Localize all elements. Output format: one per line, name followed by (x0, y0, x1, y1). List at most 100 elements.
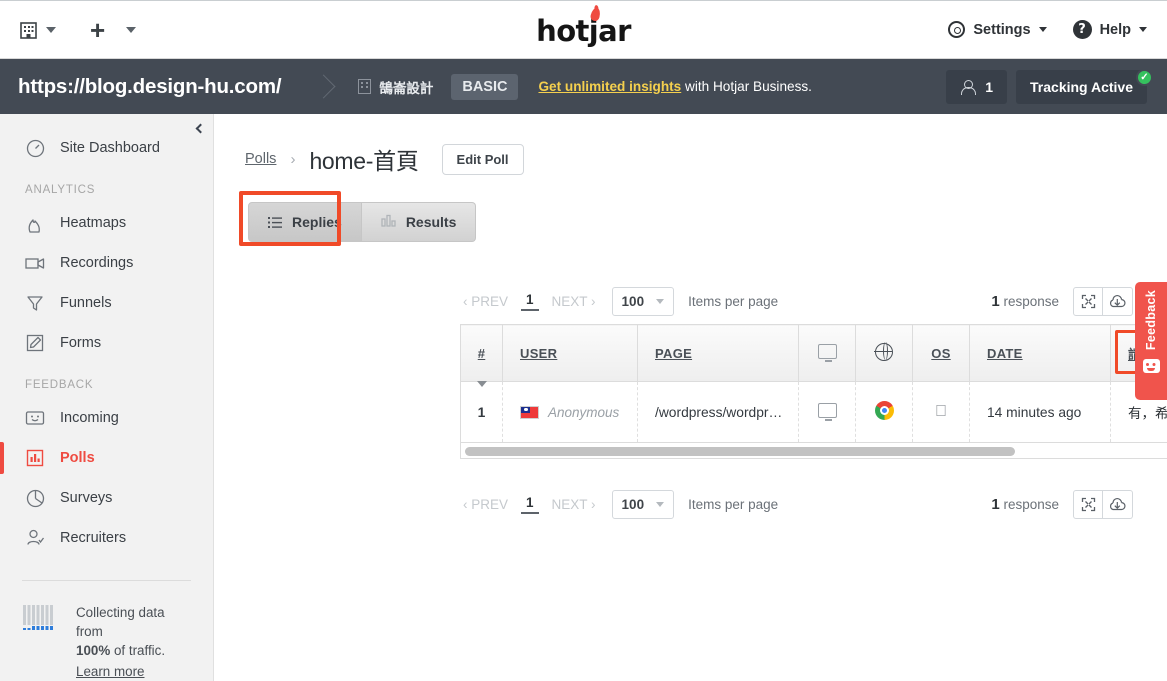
feedback-tab[interactable]: Feedback (1135, 282, 1167, 400)
org-switcher-button[interactable] (14, 17, 62, 43)
table-horizontal-scrollbar[interactable] (460, 443, 1167, 459)
sidebar-item-label: Incoming (60, 410, 119, 426)
monitor-icon (817, 403, 837, 421)
plus-icon: + (90, 14, 106, 45)
collecting-percent: 100% (76, 643, 111, 658)
settings-label: Settings (973, 21, 1031, 38)
expand-button[interactable] (1073, 286, 1103, 316)
breadcrumb-parent-link[interactable]: Polls (245, 151, 276, 167)
col-date[interactable]: DATE (969, 324, 1111, 382)
smiley-icon (1142, 359, 1160, 374)
sidebar-collecting-data: Collecting data from 100% of traffic. Le… (0, 581, 213, 681)
items-per-page-label: Items per page (688, 293, 779, 309)
flame-icon (589, 6, 602, 22)
scrollbar-thumb[interactable] (465, 447, 1015, 456)
expand-icon (1081, 497, 1095, 511)
col-page[interactable]: PAGE (637, 324, 799, 382)
pagination-top: ‹ PREV 1 NEXT › 100 Items per page 1 res… (215, 278, 1167, 324)
building-icon (20, 21, 37, 39)
pagination-bottom-right: 1 response (991, 489, 1167, 519)
site-url[interactable]: https://blog.design-hu.com/ (0, 75, 282, 99)
current-page[interactable]: 1 (521, 292, 539, 311)
apple-icon:  (935, 403, 947, 420)
download-icon (1110, 294, 1126, 308)
sidebar-item-label: Polls (60, 450, 95, 466)
tab-replies[interactable]: Replies (248, 202, 362, 242)
items-per-page-value: 100 (621, 293, 645, 309)
sidebar-item-heatmaps[interactable]: Heatmaps (0, 203, 213, 243)
download-button[interactable] (1103, 489, 1133, 519)
sidebar-item-site-dashboard[interactable]: Site Dashboard (0, 128, 213, 168)
tab-label: Results (405, 214, 457, 230)
sidebar-item-funnels[interactable]: Funnels (0, 283, 213, 323)
cell-page: /wordpress/wordpr… (637, 381, 799, 443)
active-users-button[interactable]: 1 (946, 69, 1008, 104)
items-per-page-select[interactable]: 100 (611, 489, 675, 519)
chevron-right-icon: › (290, 150, 296, 168)
chrome-icon (874, 401, 894, 420)
user-name: Anonymous (548, 404, 620, 420)
flame-icon (25, 213, 45, 233)
table-row[interactable]: 1 Anonymous /wordpress/wordpr… 14 minute… (460, 381, 1167, 443)
table-header-row: # USER PAGE OS DATE (460, 324, 1167, 387)
tab-label: Replies (292, 214, 342, 230)
caret-down-icon (656, 298, 665, 304)
sort-desc-icon (476, 381, 487, 387)
caret-down-icon (126, 26, 137, 33)
promo-rest: with Hotjar Business. (681, 79, 812, 94)
sidebar-item-label: Surveys (60, 490, 113, 506)
next-page-button[interactable]: NEXT › (552, 497, 596, 512)
cell-user: Anonymous (502, 381, 638, 443)
help-menu[interactable]: ? Help (1072, 20, 1147, 39)
question-mark-icon: ? (1072, 20, 1092, 39)
organization-name[interactable]: 鵠崙設計 (358, 77, 433, 97)
page-title: home-首頁 (309, 148, 419, 174)
sidebar-item-polls[interactable]: Polls (0, 438, 213, 478)
add-button[interactable]: + (84, 16, 142, 44)
learn-more-link[interactable]: Learn more (76, 662, 195, 681)
sidebar-item-surveys[interactable]: Surveys (0, 478, 213, 518)
sidebar-item-recruiters[interactable]: Recruiters (0, 518, 213, 558)
sidebar-item-incoming[interactable]: Incoming (0, 398, 213, 438)
pagination-bottom: ‹ PREV 1 NEXT › 100 Items per page 1 res… (215, 481, 1167, 527)
col-number[interactable]: # (460, 324, 503, 387)
sidebar-item-recordings[interactable]: Recordings (0, 243, 213, 283)
prev-page-button[interactable]: ‹ PREV (463, 497, 508, 512)
tab-results[interactable]: Results (361, 202, 477, 242)
app-header-left-tools: + (0, 16, 142, 44)
download-button[interactable] (1103, 286, 1133, 316)
app-header: + hotjar Settings ? Help (0, 0, 1167, 59)
sidebar-item-forms[interactable]: Forms (0, 323, 213, 363)
edit-poll-button[interactable]: Edit Poll (441, 143, 524, 175)
col-os[interactable]: OS (912, 324, 970, 382)
col-browser[interactable] (855, 324, 913, 382)
tracking-status-button[interactable]: Tracking Active (1016, 69, 1147, 104)
prev-page-button[interactable]: ‹ PREV (463, 294, 508, 309)
check-circle-icon: ✓ (1136, 68, 1153, 86)
settings-menu[interactable]: Settings (948, 21, 1047, 38)
main-content: Polls › home-首頁 Edit Poll Replies Result… (215, 114, 1167, 681)
current-page[interactable]: 1 (521, 495, 539, 514)
cell-device (798, 381, 856, 443)
next-page-button[interactable]: NEXT › (552, 294, 596, 309)
expand-button[interactable] (1073, 489, 1103, 519)
items-per-page-select[interactable]: 100 (611, 286, 675, 316)
help-label: Help (1099, 21, 1131, 38)
replies-table: # USER PAGE OS DATE 1 Anonymous /wordpre… (460, 324, 1167, 443)
breadcrumb: Polls › home-首頁 Edit Poll (215, 114, 1167, 176)
replies-table-container: # USER PAGE OS DATE 1 Anonymous /wordpre… (460, 324, 1167, 443)
sidebar-item-label: Recordings (60, 255, 134, 271)
sidebar-item-label: Site Dashboard (60, 140, 160, 156)
bar-chart-icon (381, 214, 396, 230)
feedback-tab-label: Feedback (1144, 290, 1158, 351)
site-context-bar: https://blog.design-hu.com/ 鵠崙設計 BASIC G… (0, 59, 1167, 114)
col-device[interactable] (798, 324, 856, 382)
answer-text: 有，希望以後能有更多的教學 (1128, 406, 1167, 421)
monitor-icon (817, 344, 837, 362)
cell-date: 14 minutes ago (969, 381, 1111, 443)
col-user[interactable]: USER (502, 324, 638, 382)
plan-badge: BASIC (451, 73, 519, 100)
globe-icon (874, 341, 893, 361)
promo-link[interactable]: Get unlimited insights (538, 79, 681, 94)
pencil-square-icon (25, 333, 45, 353)
